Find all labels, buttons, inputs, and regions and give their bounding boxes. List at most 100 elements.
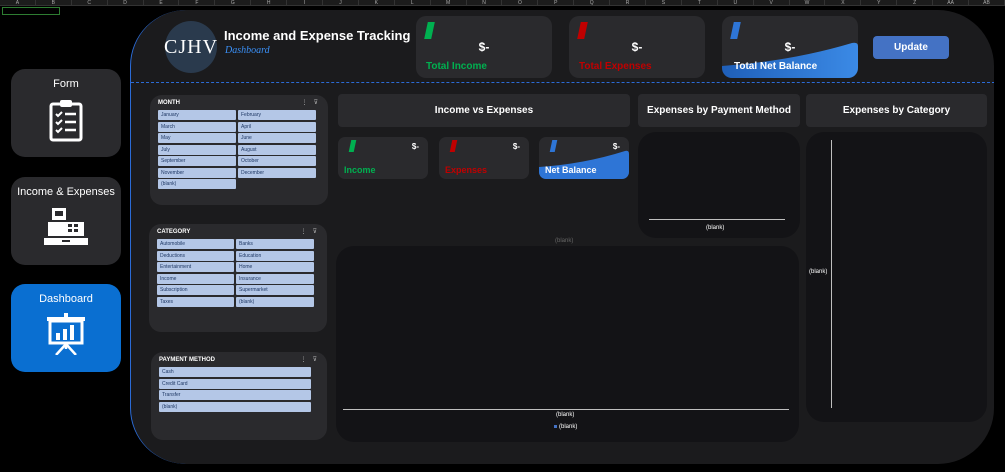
- slicer-item[interactable]: August: [238, 144, 316, 155]
- month-slicer: MONTH ⋮ ⊽ January February March April May Jun…: [150, 95, 328, 205]
- kpi-value: $-: [784, 40, 796, 54]
- slicer-item[interactable]: November: [158, 167, 236, 178]
- x-axis-line: [343, 409, 789, 410]
- multi-select-icon[interactable]: ⋮: [302, 99, 308, 106]
- column-letter[interactable]: X: [825, 0, 862, 6]
- slicer-item[interactable]: Transfer: [159, 390, 311, 400]
- slicer-item[interactable]: Banks: [236, 239, 314, 249]
- slicer-item[interactable]: July: [158, 144, 236, 155]
- column-letter[interactable]: J: [323, 0, 359, 6]
- update-button[interactable]: Update: [873, 36, 949, 59]
- column-letter[interactable]: H: [251, 0, 288, 6]
- card-label: Income: [344, 165, 376, 175]
- column-letter[interactable]: I: [287, 0, 324, 6]
- nav-form-button[interactable]: Form: [11, 69, 121, 157]
- page-subtitle: Dashboard: [225, 45, 270, 56]
- column-letter[interactable]: F: [179, 0, 216, 6]
- column-letter[interactable]: G: [215, 0, 252, 6]
- card-expenses: $- Expenses: [439, 137, 529, 179]
- column-letter[interactable]: D: [108, 0, 144, 6]
- slicer-item[interactable]: Subscription: [157, 285, 234, 295]
- income-vs-expenses-title: Income vs Expenses: [338, 94, 630, 127]
- selected-cell[interactable]: [2, 7, 60, 15]
- column-letter[interactable]: O: [502, 0, 539, 6]
- column-letter[interactable]: A: [0, 0, 36, 6]
- kpi-label: Total Income: [426, 61, 487, 72]
- clear-filter-icon[interactable]: ⊽: [313, 228, 317, 235]
- flag-icon: [577, 22, 588, 39]
- legend-label: (blank): [559, 424, 578, 430]
- kpi-total-income: $- Total Income: [416, 16, 552, 78]
- slicer-item[interactable]: Insurance: [236, 273, 314, 284]
- column-letter[interactable]: P: [538, 0, 575, 6]
- slicer-item[interactable]: Deductions: [157, 250, 234, 261]
- column-letter[interactable]: R: [610, 0, 647, 6]
- slicer-item[interactable]: Cash: [159, 367, 311, 377]
- expenses-by-category-title: Expenses by Category: [806, 94, 987, 127]
- slicer-item[interactable]: Automobile: [157, 239, 234, 249]
- slicer-item[interactable]: February: [238, 110, 316, 120]
- y-axis-line: [831, 140, 832, 408]
- slicer-title: PAYMENT METHOD: [159, 357, 216, 363]
- card-value: $-: [411, 142, 419, 151]
- x-axis-label: (blank): [556, 412, 575, 418]
- slicer-item[interactable]: Education: [236, 250, 314, 261]
- column-letter[interactable]: K: [359, 0, 395, 6]
- cash-register-icon: [44, 208, 88, 245]
- flag-icon: [449, 140, 458, 152]
- column-letter[interactable]: T: [682, 0, 718, 6]
- slicer-item[interactable]: January: [158, 110, 236, 120]
- column-letter[interactable]: AA: [933, 0, 970, 6]
- slicer-item[interactable]: April: [238, 121, 316, 132]
- expenses-by-category-chart: (blank): [806, 132, 987, 422]
- presentation-chart-icon: [47, 313, 85, 355]
- column-letter[interactable]: V: [754, 0, 790, 6]
- dashboard-panel: CJHV Income and Expense Tracking Dashboa…: [130, 10, 994, 464]
- column-letter[interactable]: AB: [969, 0, 1005, 6]
- slicer-item[interactable]: (blank): [159, 401, 311, 412]
- column-letter[interactable]: Z: [897, 0, 934, 6]
- column-letter[interactable]: M: [431, 0, 467, 6]
- category-slicer: CATEGORY ⋮ ⊽ Automobile Banks Deductions Edu…: [149, 224, 327, 332]
- slicer-title: CATEGORY: [157, 229, 191, 235]
- kpi-total-expenses: $- Total Expenses: [569, 16, 705, 78]
- slicer-item[interactable]: May: [158, 133, 236, 143]
- card-label: Expenses: [445, 165, 488, 175]
- slicer-item[interactable]: December: [238, 167, 316, 178]
- chart-top-label: (blank): [555, 238, 574, 244]
- slicer-item[interactable]: Income: [157, 273, 234, 284]
- slicer-item[interactable]: (blank): [158, 179, 236, 189]
- column-letter[interactable]: C: [72, 0, 108, 6]
- company-logo: CJHV: [164, 21, 217, 73]
- header-divider: [131, 82, 994, 83]
- clear-filter-icon[interactable]: ⊽: [314, 99, 318, 106]
- slicer-item[interactable]: Supermarket: [236, 285, 314, 295]
- column-letter[interactable]: L: [395, 0, 431, 6]
- slicer-item[interactable]: Credit Card: [159, 378, 311, 389]
- slicer-item[interactable]: Taxes: [157, 296, 234, 307]
- column-letter[interactable]: U: [718, 0, 754, 6]
- slicer-item[interactable]: March: [158, 121, 236, 132]
- column-letter[interactable]: B: [36, 0, 72, 6]
- nav-income-expenses-button[interactable]: Income & Expenses: [11, 177, 121, 265]
- nav-dashboard-button[interactable]: Dashboard: [11, 284, 121, 372]
- column-letter[interactable]: Y: [861, 0, 898, 6]
- slicer-item[interactable]: June: [238, 133, 316, 143]
- column-letter[interactable]: S: [646, 0, 682, 6]
- clear-filter-icon[interactable]: ⊽: [313, 356, 317, 363]
- expenses-by-payment-title: Expenses by Payment Method: [638, 94, 800, 127]
- clipboard-checklist-icon: [49, 100, 83, 142]
- slicer-item[interactable]: September: [158, 156, 236, 166]
- slicer-item[interactable]: (blank): [236, 296, 314, 307]
- multi-select-icon[interactable]: ⋮: [301, 228, 307, 235]
- column-letter[interactable]: N: [467, 0, 503, 6]
- column-letter[interactable]: W: [790, 0, 826, 6]
- slicer-item[interactable]: Home: [236, 262, 314, 272]
- column-letter[interactable]: Q: [574, 0, 611, 6]
- card-value: $-: [612, 142, 620, 151]
- slicer-item[interactable]: October: [238, 156, 316, 166]
- multi-select-icon[interactable]: ⋮: [301, 356, 307, 363]
- card-label: Net Balance: [545, 165, 597, 175]
- column-letter[interactable]: E: [144, 0, 180, 6]
- slicer-item[interactable]: Entertainment: [157, 262, 234, 272]
